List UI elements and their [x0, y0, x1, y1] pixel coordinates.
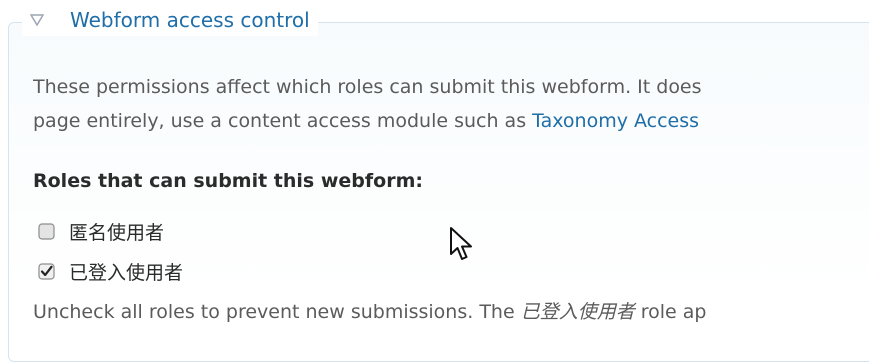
mouse-pointer-icon — [449, 226, 475, 264]
description-line-2: page entirely, use a content access modu… — [33, 104, 869, 138]
roles-help-text: Uncheck all roles to prevent new submiss… — [33, 297, 869, 327]
description-line-2-text: page entirely, use a content access modu… — [33, 110, 533, 132]
fieldset-title[interactable]: Webform access control — [70, 8, 310, 32]
triangle-down-icon[interactable] — [28, 11, 46, 29]
taxonomy-access-link[interactable]: Taxonomy Access — [532, 110, 699, 132]
description-line-1: These permissions affect which roles can… — [33, 76, 702, 98]
help-text-suffix: role ap — [634, 301, 707, 323]
role-option-anonymous[interactable]: 匿名使用者 — [38, 218, 164, 245]
role-label-anonymous[interactable]: 匿名使用者 — [69, 218, 164, 245]
role-checkbox-authenticated[interactable] — [38, 263, 55, 280]
fieldset-legend[interactable]: Webform access control — [22, 4, 318, 36]
role-checkbox-anonymous[interactable] — [38, 223, 55, 240]
permissions-description: These permissions affect which roles can… — [33, 70, 869, 138]
role-label-authenticated[interactable]: 已登入使用者 — [69, 258, 183, 285]
help-role-name: 已登入使用者 — [520, 301, 635, 323]
help-text-prefix: Uncheck all roles to prevent new submiss… — [33, 301, 521, 323]
role-option-authenticated[interactable]: 已登入使用者 — [38, 258, 183, 285]
roles-label: Roles that can submit this webform: — [33, 170, 423, 192]
